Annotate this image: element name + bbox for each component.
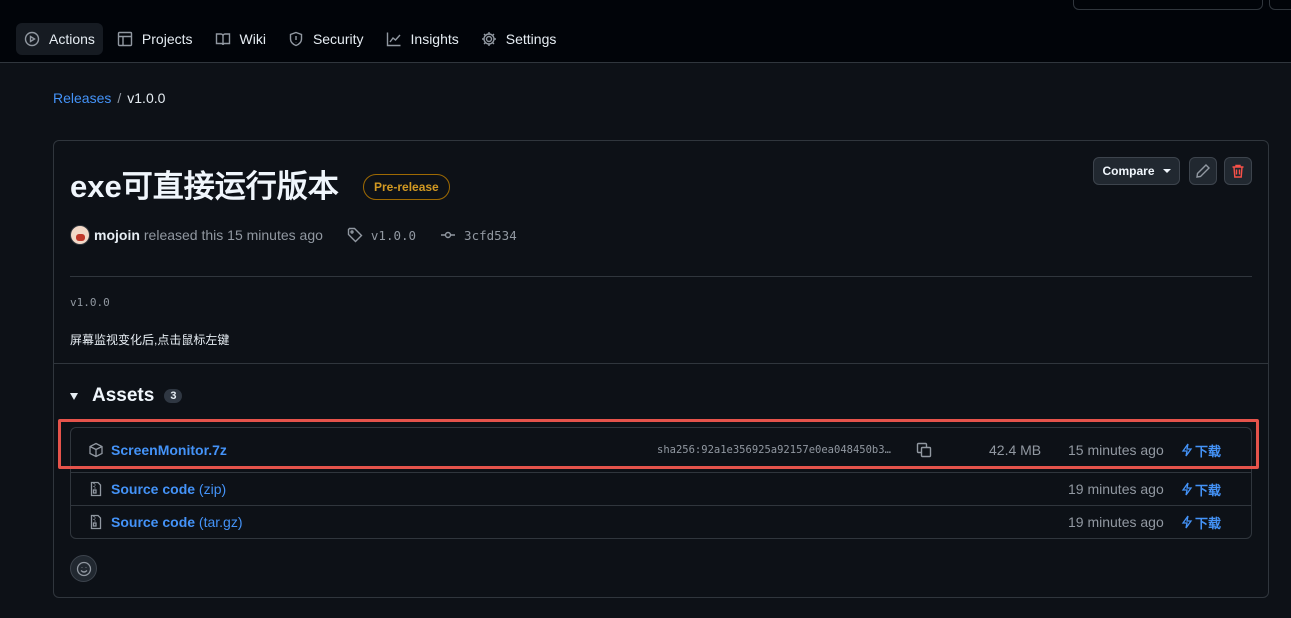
assets-count-badge: 3 — [164, 389, 183, 403]
author-link[interactable]: mojoin — [94, 227, 140, 243]
top-button-partial[interactable] — [1269, 0, 1291, 10]
delete-release-button[interactable] — [1224, 157, 1252, 185]
add-reaction-button[interactable] — [70, 555, 97, 582]
asset-time: 19 minutes ago — [1068, 514, 1164, 530]
smiley-icon — [76, 561, 91, 576]
table-icon — [117, 31, 133, 47]
tab-wiki-label: Wiki — [239, 31, 266, 47]
file-zip-icon — [88, 514, 104, 530]
asset-row: Source code (zip) 19 minutes ago 下载 — [71, 472, 1251, 505]
download-label: 下载 — [1195, 482, 1222, 498]
released-text: released this 15 minutes ago — [143, 227, 323, 243]
release-title: exe可直接运行版本 — [70, 169, 339, 204]
tab-projects[interactable]: Projects — [109, 23, 201, 55]
breadcrumb: Releases / v1.0.0 — [53, 90, 165, 106]
tag-link[interactable]: v1.0.0 — [347, 227, 416, 243]
gear-icon — [481, 32, 496, 46]
graph-icon — [386, 32, 401, 47]
breadcrumb-current: v1.0.0 — [127, 90, 166, 106]
tab-actions-label: Actions — [49, 31, 95, 47]
download-link[interactable]: 下载 — [1181, 480, 1221, 499]
download-link[interactable]: 下载 — [1181, 513, 1221, 532]
tab-wiki[interactable]: Wiki — [207, 23, 274, 55]
pencil-icon — [1196, 164, 1210, 178]
asset-name-main: Source code — [111, 481, 196, 497]
asset-name-suffix: (tar.gz) — [195, 514, 243, 530]
book-icon — [215, 33, 230, 46]
highlight-annotation — [58, 419, 1259, 469]
release-card: exe可直接运行版本 Pre-release Compare mojoin re… — [53, 140, 1269, 598]
release-body-tag: v1.0.0 — [70, 296, 110, 309]
asset-row: Source code (tar.gz) 19 minutes ago 下载 — [71, 505, 1251, 538]
tag-label: v1.0.0 — [370, 227, 417, 243]
trash-icon — [1232, 164, 1244, 178]
breadcrumb-releases-link[interactable]: Releases — [53, 90, 111, 106]
shield-icon — [289, 31, 303, 47]
divider — [70, 276, 1252, 277]
assets-title: Assets — [92, 385, 155, 406]
commit-sha: 3cfd534 — [464, 227, 517, 243]
commit-icon — [441, 231, 456, 239]
tag-icon — [347, 227, 363, 243]
search-box-partial[interactable] — [1073, 0, 1263, 10]
asset-name-suffix: (zip) — [195, 481, 227, 497]
asset-name-link[interactable]: Source code (tar.gz) — [111, 514, 243, 530]
tab-insights-label: Insights — [410, 31, 459, 47]
tab-security-label: Security — [312, 31, 364, 47]
file-zip-icon — [88, 481, 104, 497]
play-circle-icon — [24, 31, 40, 47]
tab-security[interactable]: Security — [280, 23, 372, 55]
avatar[interactable] — [70, 225, 90, 245]
asset-name-main: Source code — [111, 514, 196, 530]
release-body-text: 屏幕监视变化后,点击鼠标左键 — [70, 333, 230, 347]
triangle-down-icon — [70, 392, 78, 400]
tab-settings[interactable]: Settings — [473, 23, 565, 55]
asset-name-link[interactable]: Source code (zip) — [111, 481, 226, 497]
section-divider — [54, 363, 1268, 364]
compare-label: Compare — [1102, 164, 1155, 178]
tab-insights[interactable]: Insights — [378, 23, 467, 55]
tab-settings-label: Settings — [505, 31, 557, 47]
tab-actions[interactable]: Actions — [16, 23, 103, 55]
zap-icon — [1181, 482, 1193, 496]
asset-time: 19 minutes ago — [1068, 481, 1164, 497]
edit-release-button[interactable] — [1189, 157, 1217, 185]
commit-link[interactable]: 3cfd534 — [440, 227, 517, 243]
compare-button[interactable]: Compare — [1093, 157, 1180, 185]
zap-icon — [1181, 515, 1193, 529]
repo-tabs: Actions Projects Wiki Security Insights … — [16, 23, 570, 55]
release-meta: mojoin released this 15 minutes ago v1.0… — [70, 223, 517, 247]
tab-projects-label: Projects — [141, 31, 193, 47]
prerelease-badge: Pre-release — [363, 174, 450, 200]
breadcrumb-separator: / — [117, 90, 122, 106]
assets-toggle[interactable]: Assets 3 — [70, 385, 183, 407]
caret-down-icon — [1162, 169, 1171, 173]
repo-nav-bar: Actions Projects Wiki Security Insights … — [0, 0, 1291, 63]
download-label: 下载 — [1195, 515, 1222, 531]
